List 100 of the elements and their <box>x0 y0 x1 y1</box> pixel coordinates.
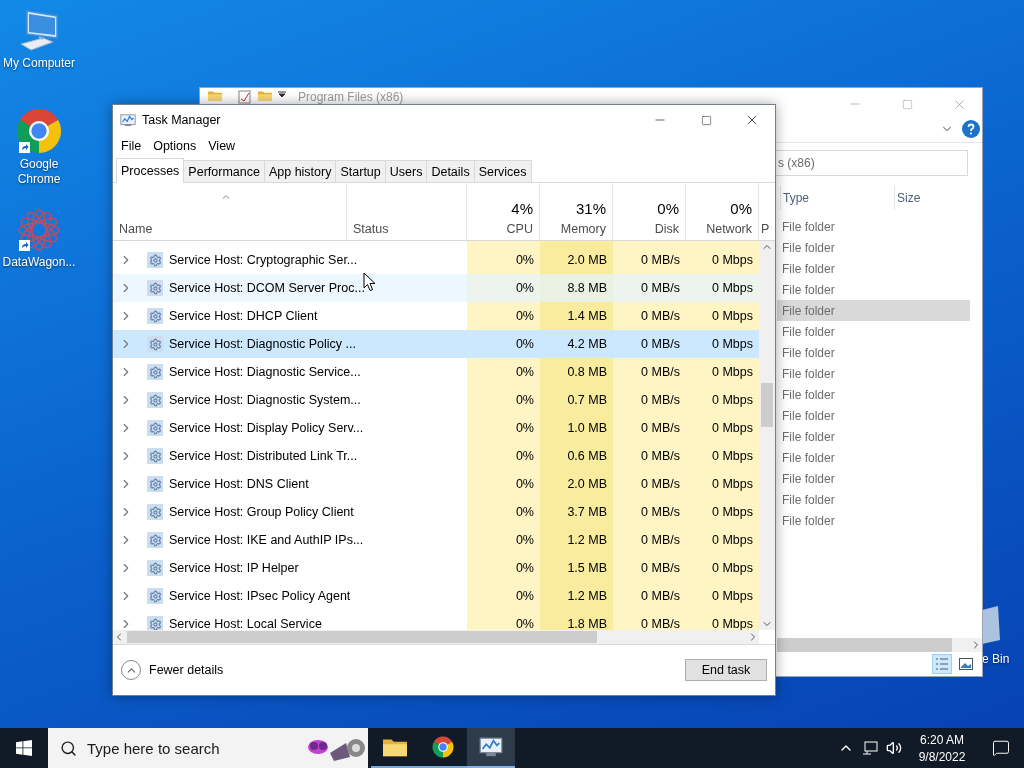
usage-cell-text: 0 Mbps <box>711 253 754 267</box>
process-name: Service Host: DHCP Client <box>169 309 318 323</box>
process-row[interactable]: Service Host: IKE and AuthIP IPs... 0% 1.2 MB 0 MB/s 0 Mbps <box>113 526 759 554</box>
gear-icon <box>147 560 163 576</box>
usage-cell-text: 0 MB/s <box>640 505 681 519</box>
file-row[interactable]: File folder <box>777 489 970 510</box>
usage-cell-text: 1.2 MB <box>566 533 608 547</box>
process-row[interactable]: Service Host: IPsec Policy Agent 0% 1.2 MB 0 MB/s 0 Mbps <box>113 582 759 610</box>
desktop-icon-label[interactable]: My Computer <box>1 56 77 71</box>
usage-cell-text: 0 Mbps <box>711 589 754 603</box>
process-name: Service Host: IPsec Policy Agent <box>169 589 351 603</box>
usage-cell-text: 0 Mbps <box>711 365 754 379</box>
process-row[interactable]: Service Host: IP Helper 0% 1.5 MB 0 MB/s 0 Mbps <box>113 554 759 582</box>
usage-cell-text: 0 Mbps <box>711 477 754 491</box>
file-row[interactable]: File folder <box>777 237 970 258</box>
usage-cell-text: 0% <box>514 253 535 267</box>
process-row[interactable]: Service Host: Distributed Link Tr... 0% 0.6 MB 0 MB/s 0 Mbps <box>113 442 759 470</box>
app-icon <box>17 208 61 252</box>
process-row[interactable]: Service Host: Diagnostic Service... 0% 0.8 MB 0 MB/s 0 Mbps <box>113 358 759 386</box>
process-row[interactable]: Service Host: DNS Client 0% 2.0 MB 0 MB/s 0 Mbps <box>113 470 759 498</box>
column-header[interactable]: P <box>761 222 770 236</box>
file-row[interactable]: File folder <box>777 342 970 363</box>
process-name: Service Host: Display Policy Serv... <box>169 421 364 435</box>
vertical-scrollbar[interactable] <box>759 241 775 630</box>
file-row[interactable]: File folder <box>777 405 970 426</box>
usage-cell-text: 0 MB/s <box>640 253 681 267</box>
file-row[interactable]: File folder <box>777 363 970 384</box>
usage-percent: 31% <box>575 200 606 217</box>
search-field[interactable]: Type here to search <box>48 728 368 768</box>
menu-item[interactable]: File <box>115 139 148 153</box>
file-row[interactable]: File folder <box>777 384 970 405</box>
gear-icon <box>147 308 163 324</box>
column-header[interactable]: Name <box>119 222 153 236</box>
tab[interactable]: Startup <box>335 160 386 182</box>
process-row[interactable]: Service Host: Diagnostic Policy ... 0% 4.2 MB 0 MB/s 0 Mbps <box>113 330 759 358</box>
process-name: Service Host: IKE and AuthIP IPs... <box>169 533 364 547</box>
gear-icon <box>147 252 163 268</box>
usage-cell-text: 0 Mbps <box>711 449 754 463</box>
process-row[interactable]: Service Host: Diagnostic System... 0% 0.7 MB 0 MB/s 0 Mbps <box>113 386 759 414</box>
file-row[interactable]: File folder <box>777 258 970 279</box>
folder-icon <box>383 737 407 757</box>
dropdown-icon <box>278 90 286 98</box>
horizontal-scrollbar[interactable] <box>113 630 759 644</box>
desktop-icon-label[interactable]: DataWagon... <box>1 255 77 270</box>
process-name: Service Host: Group Policy Client <box>169 505 354 519</box>
file-row[interactable]: File folder <box>777 321 970 342</box>
file-row[interactable]: File folder <box>777 468 970 489</box>
file-row[interactable]: File folder <box>777 447 970 468</box>
usage-cell-text: 0 Mbps <box>711 533 754 547</box>
process-name: Service Host: IP Helper <box>169 561 299 575</box>
help-icon[interactable] <box>962 120 980 138</box>
desktop-icon-label[interactable]: e Bin <box>982 652 1010 667</box>
usage-cell-text: 0% <box>514 617 535 630</box>
process-name: Service Host: Local Service <box>169 617 322 630</box>
desktop-icon-label[interactable]: Google Chrome <box>1 157 77 187</box>
tab[interactable]: Users <box>384 160 428 182</box>
file-row[interactable]: File folder <box>777 279 970 300</box>
usage-cell-text: 0 MB/s <box>640 281 681 295</box>
column-header[interactable]: Type <box>780 186 894 210</box>
process-row[interactable]: Service Host: DHCP Client 0% 1.4 MB 0 MB/s 0 Mbps <box>113 302 759 330</box>
maximize-icon <box>700 114 712 126</box>
scrollbar-thumb[interactable] <box>761 383 773 427</box>
fewer-details-button[interactable]: Fewer details <box>121 660 224 680</box>
address-field[interactable]: s (x86) <box>774 150 968 176</box>
process-row[interactable]: Service Host: Cryptographic Ser... 0% 2.0 MB 0 MB/s 0 Mbps <box>113 246 759 274</box>
file-row[interactable]: File folder <box>777 510 970 531</box>
usage-cell-text: 0 MB/s <box>640 309 681 323</box>
usage-cell-text: 1.2 MB <box>566 589 608 603</box>
menu-item[interactable]: View <box>202 139 242 153</box>
usage-cell-text: 0 MB/s <box>640 589 681 603</box>
usage-cell-text: 1.0 MB <box>566 421 608 435</box>
process-name: Service Host: Cryptographic Ser... <box>169 253 358 267</box>
tab[interactable]: Details <box>426 160 475 182</box>
process-row[interactable]: Service Host: Group Policy Client 0% 3.7 MB 0 MB/s 0 Mbps <box>113 498 759 526</box>
column-header[interactable]: Status <box>353 222 389 236</box>
column-header[interactable]: Disk <box>654 222 679 236</box>
process-row[interactable]: Service Host: Display Policy Serv... 0% 1.0 MB 0 MB/s 0 Mbps <box>113 414 759 442</box>
tab[interactable]: App history <box>263 160 337 182</box>
menu-item[interactable]: Options <box>147 139 203 153</box>
column-header[interactable]: CPU <box>506 222 533 236</box>
tab[interactable]: Processes <box>116 158 185 183</box>
tab[interactable]: Services <box>473 160 532 182</box>
folder-icon <box>258 90 272 102</box>
column-header[interactable]: Memory <box>560 222 606 236</box>
usage-cell-text: 3.7 MB <box>566 505 608 519</box>
tab[interactable]: Performance <box>183 160 265 182</box>
gear-icon <box>147 476 163 492</box>
scrollbar-thumb[interactable] <box>127 631 597 643</box>
taskbar-app-button[interactable] <box>467 728 515 768</box>
clock[interactable]: 6:20 AM 9/8/2022 <box>906 728 978 768</box>
file-row[interactable]: File folder <box>777 216 970 237</box>
end-task-button[interactable]: End task <box>685 659 767 681</box>
process-row[interactable]: Service Host: DCOM Server Proc... 0% 8.8 MB 0 MB/s 0 Mbps <box>113 274 759 302</box>
file-row[interactable]: File folder <box>777 426 970 447</box>
column-header[interactable]: Network <box>706 222 752 236</box>
usage-cell-text: 0% <box>514 561 535 575</box>
file-row[interactable]: File folder <box>777 300 970 321</box>
window-title: Task Manager <box>142 113 222 127</box>
usage-cell-text: 1.4 MB <box>566 309 608 323</box>
column-header[interactable]: Size <box>894 186 974 210</box>
